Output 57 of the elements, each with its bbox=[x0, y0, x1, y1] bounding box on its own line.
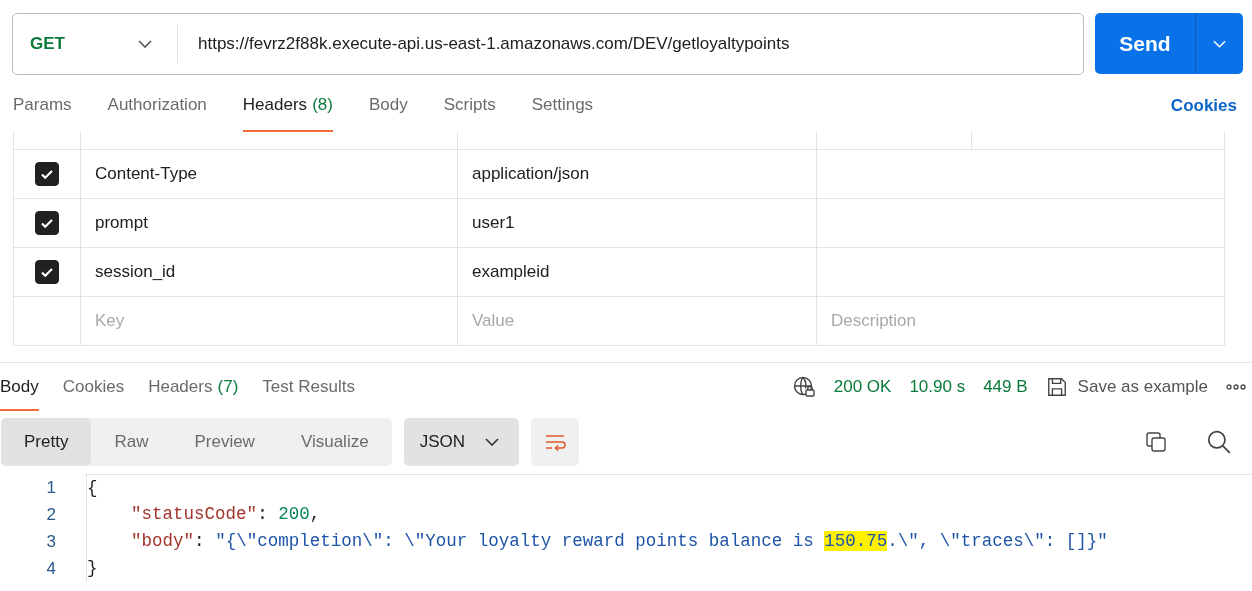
request-tab[interactable]: Scripts bbox=[443, 75, 496, 132]
copy-icon[interactable] bbox=[1144, 430, 1168, 454]
header-key: session_id bbox=[95, 262, 176, 282]
request-tab[interactable]: Params bbox=[13, 75, 72, 132]
checkbox[interactable] bbox=[35, 260, 59, 284]
code-punctuation: , bbox=[309, 504, 321, 524]
request-url-field[interactable]: GET https://fevrz2f88k.execute-api.us-east-1.amazonaws.com/DEV/getloyaltypoints bbox=[12, 13, 1084, 75]
response-tab[interactable]: Body bbox=[0, 363, 39, 411]
format-tab[interactable]: Pretty bbox=[1, 418, 92, 466]
wrap-lines-button[interactable] bbox=[530, 418, 579, 466]
format-tab[interactable]: Preview bbox=[171, 418, 278, 466]
description-input-field[interactable]: Description bbox=[831, 311, 1031, 331]
status-code: 200 OK bbox=[833, 377, 892, 397]
key-input-field[interactable]: Key bbox=[95, 311, 295, 331]
code-key: "statusCode" bbox=[131, 504, 258, 524]
line-number: 2 bbox=[45, 504, 57, 525]
response-time: 10.90 s bbox=[909, 377, 966, 397]
method-dropdown[interactable]: GET bbox=[13, 25, 178, 63]
line-number: 4 bbox=[45, 558, 57, 579]
code-punctuation: { bbox=[87, 477, 98, 498]
line-number: 1 bbox=[45, 477, 57, 498]
cookies-link[interactable]: Cookies bbox=[1170, 91, 1237, 116]
request-tab[interactable]: Settings bbox=[531, 75, 594, 132]
request-tab[interactable]: Authorization bbox=[107, 75, 207, 132]
response-tab[interactable]: Cookies bbox=[62, 363, 125, 411]
header-value: exampleid bbox=[472, 262, 550, 282]
code-string: .\", \"traces\": []}" bbox=[887, 531, 1108, 551]
header-key: Content-Type bbox=[95, 164, 198, 184]
code-key: "body" bbox=[131, 531, 195, 551]
search-icon[interactable] bbox=[1206, 429, 1232, 455]
line-number: 3 bbox=[45, 531, 57, 552]
response-tab[interactable]: Headers (7) bbox=[148, 363, 239, 411]
chevron-down-icon bbox=[484, 438, 499, 446]
response-tab[interactable]: Test Results bbox=[262, 363, 355, 411]
language-dropdown[interactable]: JSON bbox=[403, 418, 519, 466]
request-tab[interactable]: Headers (8) bbox=[242, 75, 333, 132]
format-tab[interactable]: Visualize bbox=[277, 418, 392, 466]
code-punctuation: : bbox=[257, 504, 269, 524]
request-tab[interactable]: Body bbox=[368, 75, 408, 132]
code-punctuation: : bbox=[194, 531, 206, 551]
highlighted-text: 150.75 bbox=[824, 531, 888, 551]
code-punctuation: } bbox=[87, 558, 98, 578]
header-key: prompt bbox=[95, 213, 148, 233]
more-options-icon[interactable] bbox=[1226, 384, 1246, 390]
header-value: user1 bbox=[472, 213, 515, 233]
checkbox[interactable] bbox=[35, 211, 59, 235]
header-value: application/json bbox=[472, 164, 590, 184]
globe-lock-icon[interactable] bbox=[791, 375, 816, 399]
chevron-down-icon bbox=[1213, 39, 1226, 48]
save-as-example-button[interactable]: Save as example bbox=[1045, 363, 1208, 411]
response-size: 449 B bbox=[983, 377, 1028, 397]
format-tab[interactable]: Raw bbox=[91, 418, 172, 466]
checkbox[interactable] bbox=[35, 162, 59, 186]
code-number: 200 bbox=[278, 504, 310, 524]
value-input-field[interactable]: Value bbox=[472, 311, 672, 331]
code-string: "{\"completion\": \"Your loyalty reward points balance is bbox=[215, 531, 815, 551]
chevron-down-icon bbox=[138, 40, 152, 48]
